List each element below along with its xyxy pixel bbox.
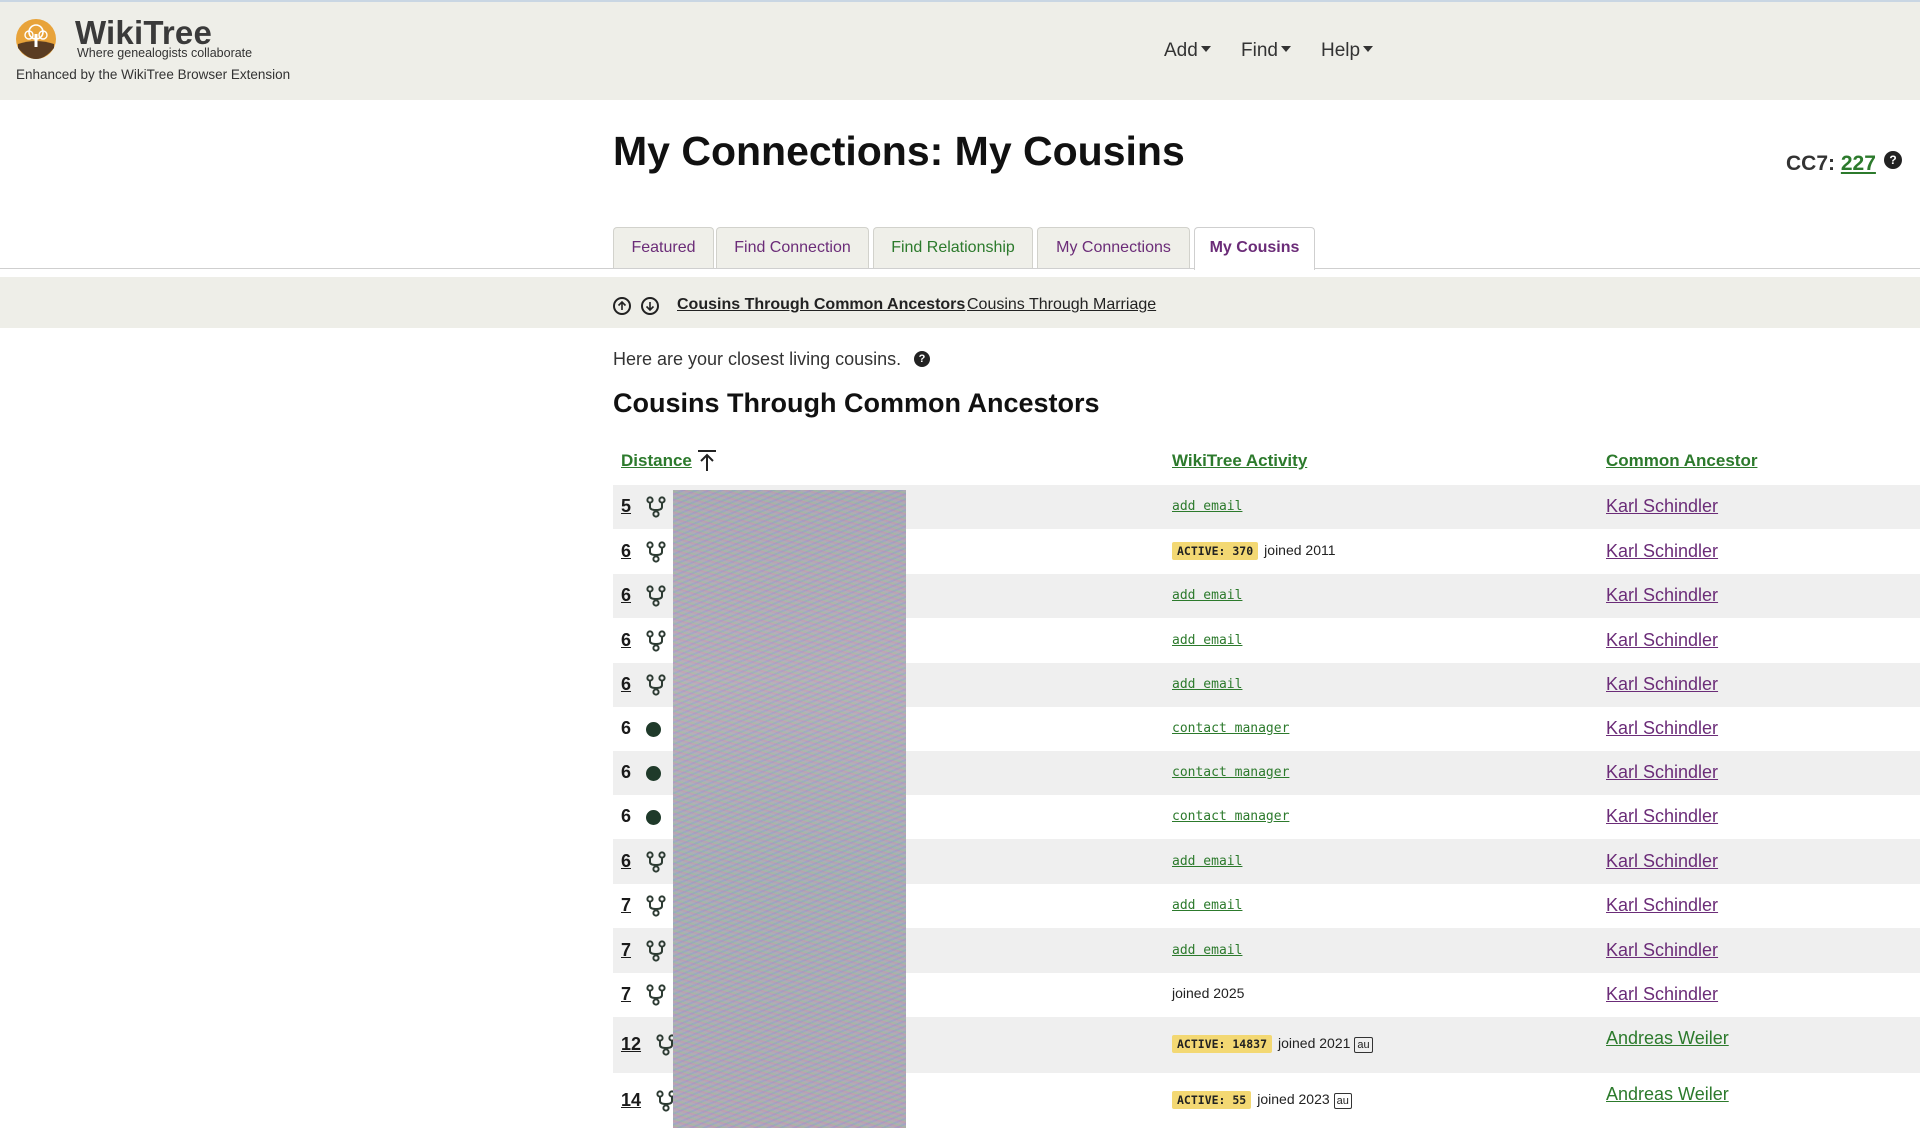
tab-my-connections[interactable]: My Connections xyxy=(1037,227,1190,268)
common-ancestor-link[interactable]: Karl Schindler xyxy=(1606,895,1718,916)
tab-find-connection[interactable]: Find Connection xyxy=(716,227,869,268)
activity-status: joined 2025 xyxy=(1172,985,1244,1001)
common-ancestor-link[interactable]: Karl Schindler xyxy=(1606,806,1718,827)
distance-value[interactable]: 6 xyxy=(621,630,631,651)
distance-value: 6 xyxy=(621,718,632,738)
relationship-icon[interactable] xyxy=(645,984,667,1006)
tabs-divider xyxy=(0,268,1920,269)
distance-value[interactable]: 12 xyxy=(621,1034,641,1055)
contact-manager-link[interactable]: contact manager xyxy=(1172,721,1289,736)
relationship-icon[interactable] xyxy=(645,851,667,873)
add-email-link[interactable]: add email xyxy=(1172,499,1242,514)
common-ancestor-link[interactable]: Karl Schindler xyxy=(1606,585,1718,606)
distance-value[interactable]: 6 xyxy=(621,541,631,562)
help-icon[interactable]: ? xyxy=(1884,151,1902,169)
scroll-down-icon[interactable] xyxy=(641,297,659,315)
distance-value[interactable]: 7 xyxy=(621,984,631,1005)
active-badge: ACTIVE: 370 xyxy=(1172,542,1259,560)
nav-help-label: Help xyxy=(1321,40,1361,61)
dot-icon xyxy=(646,766,661,781)
link-through-marriage[interactable]: Cousins Through Marriage xyxy=(967,296,1156,314)
tab-featured[interactable]: Featured xyxy=(613,227,714,268)
common-ancestor-link[interactable]: Karl Schindler xyxy=(1606,630,1718,651)
distance-value: 6 xyxy=(621,762,632,782)
add-email-link[interactable]: add email xyxy=(1172,898,1242,913)
dot-icon xyxy=(646,810,661,825)
distance-value[interactable]: 6 xyxy=(621,674,631,695)
active-badge: ACTIVE: 14837 xyxy=(1172,1035,1273,1053)
column-header-activity[interactable]: WikiTree Activity xyxy=(1172,451,1307,471)
distance-value: 6 xyxy=(621,806,632,826)
add-email-link[interactable]: add email xyxy=(1172,854,1242,869)
activity-status: ACTIVE: 55 joined 2023 au xyxy=(1172,1091,1352,1109)
cc7-link[interactable]: 227 xyxy=(1841,152,1876,175)
joined-text: joined 2021 xyxy=(1278,1035,1351,1051)
add-email-link[interactable]: add email xyxy=(1172,943,1242,958)
wikitree-logo-icon[interactable] xyxy=(15,18,57,60)
nav-add-label: Add xyxy=(1164,40,1198,61)
chevron-down-icon xyxy=(1280,45,1291,52)
distance-value[interactable]: 7 xyxy=(621,895,631,916)
dot-icon xyxy=(646,722,661,737)
common-ancestor-link[interactable]: Karl Schindler xyxy=(1606,496,1718,517)
section-title: Cousins Through Common Ancestors xyxy=(613,388,1100,418)
nav-find-label: Find xyxy=(1241,40,1278,61)
active-badge: ACTIVE: 55 xyxy=(1172,1091,1252,1109)
cc7-count: CC7: 227 xyxy=(1786,152,1876,176)
page-title: My Connections: My Cousins xyxy=(613,128,1185,174)
tab-my-cousins[interactable]: My Cousins xyxy=(1194,227,1315,270)
obscured-names-image xyxy=(673,490,906,1128)
distance-value[interactable]: 14 xyxy=(621,1090,641,1111)
distance-value[interactable]: 6 xyxy=(621,851,631,872)
nav-find-menu[interactable]: Find xyxy=(1241,40,1291,62)
common-ancestor-link[interactable]: Karl Schindler xyxy=(1606,762,1718,783)
add-email-link[interactable]: add email xyxy=(1172,633,1242,648)
common-ancestor-link[interactable]: Andreas Weiler xyxy=(1606,1084,1729,1105)
relationship-icon[interactable] xyxy=(645,630,667,652)
distance-value[interactable]: 5 xyxy=(621,496,631,517)
intro-text: Here are your closest living cousins. xyxy=(613,349,902,369)
common-ancestor-link[interactable]: Karl Schindler xyxy=(1606,718,1718,739)
nav-help-menu[interactable]: Help xyxy=(1321,40,1374,62)
distance-value[interactable]: 6 xyxy=(621,585,631,606)
tab-find-relationship[interactable]: Find Relationship xyxy=(873,227,1033,268)
common-ancestor-link[interactable]: Karl Schindler xyxy=(1606,940,1718,961)
common-ancestor-link[interactable]: Andreas Weiler xyxy=(1606,1028,1729,1049)
sort-ascending-icon[interactable] xyxy=(696,449,718,473)
add-email-link[interactable]: add email xyxy=(1172,588,1242,603)
help-icon[interactable]: ? xyxy=(914,351,930,367)
contact-manager-link[interactable]: contact manager xyxy=(1172,765,1289,780)
link-common-ancestors[interactable]: Cousins Through Common Ancestors xyxy=(677,296,965,314)
language-badge: au xyxy=(1333,1093,1352,1109)
nav-add-menu[interactable]: Add xyxy=(1164,40,1211,62)
distance-value[interactable]: 7 xyxy=(621,940,631,961)
column-header-distance[interactable]: Distance xyxy=(621,451,692,471)
chevron-down-icon xyxy=(1363,45,1374,52)
contact-manager-link[interactable]: contact manager xyxy=(1172,809,1289,824)
site-header: WikiTree Where genealogists collaborate … xyxy=(0,2,1920,100)
relationship-icon[interactable] xyxy=(645,895,667,917)
cc7-label: CC7: xyxy=(1786,152,1836,175)
chevron-down-icon xyxy=(1200,45,1211,52)
relationship-icon[interactable] xyxy=(645,674,667,696)
common-ancestor-link[interactable]: Karl Schindler xyxy=(1606,851,1718,872)
joined-text: joined 2025 xyxy=(1172,985,1245,1001)
language-badge: au xyxy=(1354,1037,1373,1053)
common-ancestor-link[interactable]: Karl Schindler xyxy=(1606,674,1718,695)
common-ancestor-link[interactable]: Karl Schindler xyxy=(1606,541,1718,562)
relationship-icon[interactable] xyxy=(645,940,667,962)
scroll-up-icon[interactable] xyxy=(613,297,631,315)
joined-text: joined 2011 xyxy=(1264,542,1336,558)
activity-status: ACTIVE: 370 joined 2011 xyxy=(1172,542,1336,560)
add-email-link[interactable]: add email xyxy=(1172,677,1242,692)
extension-note: Enhanced by the WikiTree Browser Extensi… xyxy=(16,67,291,82)
column-header-ancestor[interactable]: Common Ancestor xyxy=(1606,451,1757,471)
relationship-icon[interactable] xyxy=(645,541,667,563)
joined-text: joined 2023 xyxy=(1257,1091,1330,1107)
common-ancestor-link[interactable]: Karl Schindler xyxy=(1606,984,1718,1005)
activity-status: ACTIVE: 14837 joined 2021 au xyxy=(1172,1035,1373,1053)
relationship-icon[interactable] xyxy=(645,496,667,518)
relationship-icon[interactable] xyxy=(645,585,667,607)
brand-tagline: Where genealogists collaborate xyxy=(77,46,253,60)
